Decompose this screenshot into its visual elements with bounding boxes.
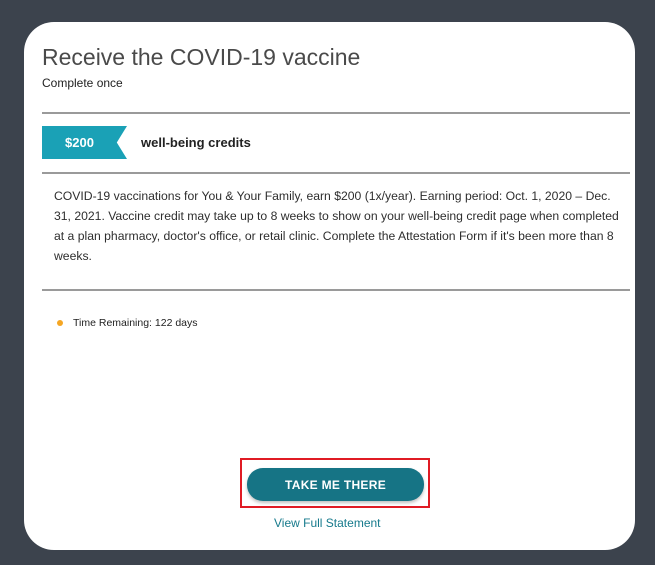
time-remaining-status: Time Remaining: 122 days: [57, 317, 198, 329]
program-card: Receive the COVID-19 vaccine Complete on…: [24, 22, 635, 550]
time-remaining-text: Time Remaining: 122 days: [73, 317, 198, 329]
view-full-statement-link[interactable]: View Full Statement: [274, 516, 381, 530]
card-title: Receive the COVID-19 vaccine: [42, 44, 361, 70]
divider: [42, 289, 630, 291]
credit-amount: $200: [65, 135, 94, 150]
divider: [42, 172, 630, 174]
program-description: COVID-19 vaccinations for You & Your Fam…: [54, 189, 619, 263]
take-me-there-button[interactable]: TAKE ME THERE: [247, 468, 424, 501]
credit-label: well-being credits: [141, 135, 251, 150]
status-dot-icon: [57, 320, 63, 326]
divider: [42, 112, 630, 114]
card-subtitle: Complete once: [42, 76, 123, 90]
credit-amount-badge: $200: [42, 126, 127, 159]
